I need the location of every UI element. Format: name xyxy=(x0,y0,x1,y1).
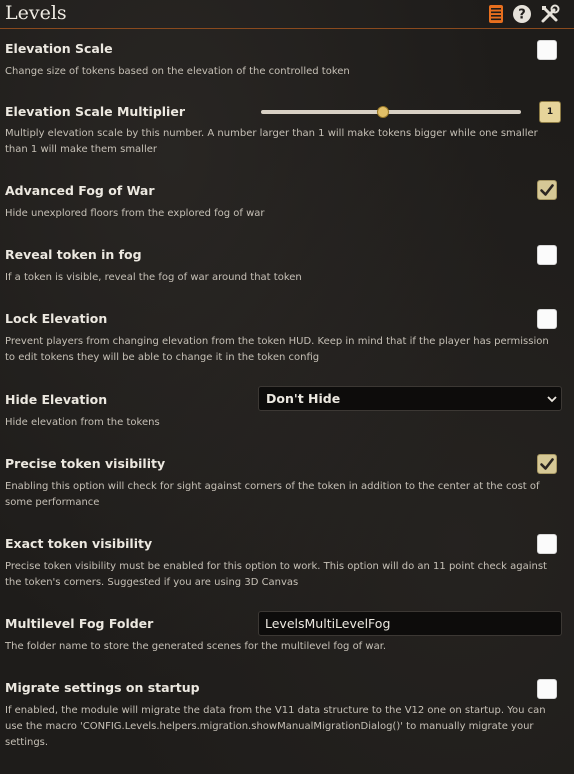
setting-label: Multilevel Fog Folder xyxy=(5,616,154,631)
chevron-down-icon xyxy=(547,396,557,403)
setting-hint: Multiply elevation scale by this number.… xyxy=(5,128,538,155)
setting-label: Exact token visibility xyxy=(5,536,153,551)
select-value: Don't Hide xyxy=(266,391,341,406)
setting-label: Migrate settings on startup xyxy=(5,680,200,695)
advanced-fog-checkbox[interactable] xyxy=(537,180,557,200)
setting-hint: Change size of tokens based on the eleva… xyxy=(5,66,350,77)
setting-hint: Hide unexplored floors from the explored… xyxy=(5,208,265,219)
elevation-scale-checkbox[interactable] xyxy=(537,40,557,60)
setting-label: Elevation Scale xyxy=(5,41,113,56)
setting-hint: Precise token visibility must be enabled… xyxy=(5,561,547,588)
precise-visibility-checkbox[interactable] xyxy=(537,454,557,474)
fog-folder-input[interactable]: LevelsMultiLevelFog xyxy=(258,611,562,636)
setting-hint: Hide elevation from the tokens xyxy=(5,417,160,428)
exact-visibility-checkbox[interactable] xyxy=(537,534,557,554)
reveal-token-fog-checkbox[interactable] xyxy=(537,245,557,265)
checkmark-icon xyxy=(540,458,554,470)
svg-text:?: ? xyxy=(518,8,526,23)
setting-hint: If a token is visible, reveal the fog of… xyxy=(5,272,302,283)
setting-label: Hide Elevation xyxy=(5,392,108,407)
elevation-multiplier-slider[interactable] xyxy=(261,110,521,114)
slider-thumb[interactable] xyxy=(377,106,390,118)
help-icon[interactable]: ? xyxy=(512,4,532,24)
setting-label: Lock Elevation xyxy=(5,311,108,326)
checkmark-icon xyxy=(540,184,554,196)
setting-label: Precise token visibility xyxy=(5,456,166,471)
setting-hint: If enabled, the module will migrate the … xyxy=(5,705,546,748)
book-icon[interactable] xyxy=(486,4,506,24)
tools-icon[interactable] xyxy=(540,4,560,24)
migrate-settings-checkbox[interactable] xyxy=(537,679,557,699)
hide-elevation-select[interactable]: Don't Hide xyxy=(258,386,562,411)
setting-label: Reveal token in fog xyxy=(5,247,142,262)
setting-label: Advanced Fog of War xyxy=(5,183,155,198)
page-title: Levels xyxy=(5,2,67,24)
settings-header: Levels ? xyxy=(0,0,574,29)
slider-value: 1 xyxy=(539,101,561,123)
setting-hint: The folder name to store the generated s… xyxy=(5,641,387,652)
setting-hint: Enabling this option will check for sigh… xyxy=(5,481,540,508)
lock-elevation-checkbox[interactable] xyxy=(537,309,557,329)
setting-label: Elevation Scale Multiplier xyxy=(5,104,185,119)
setting-hint: Prevent players from changing elevation … xyxy=(5,336,549,363)
